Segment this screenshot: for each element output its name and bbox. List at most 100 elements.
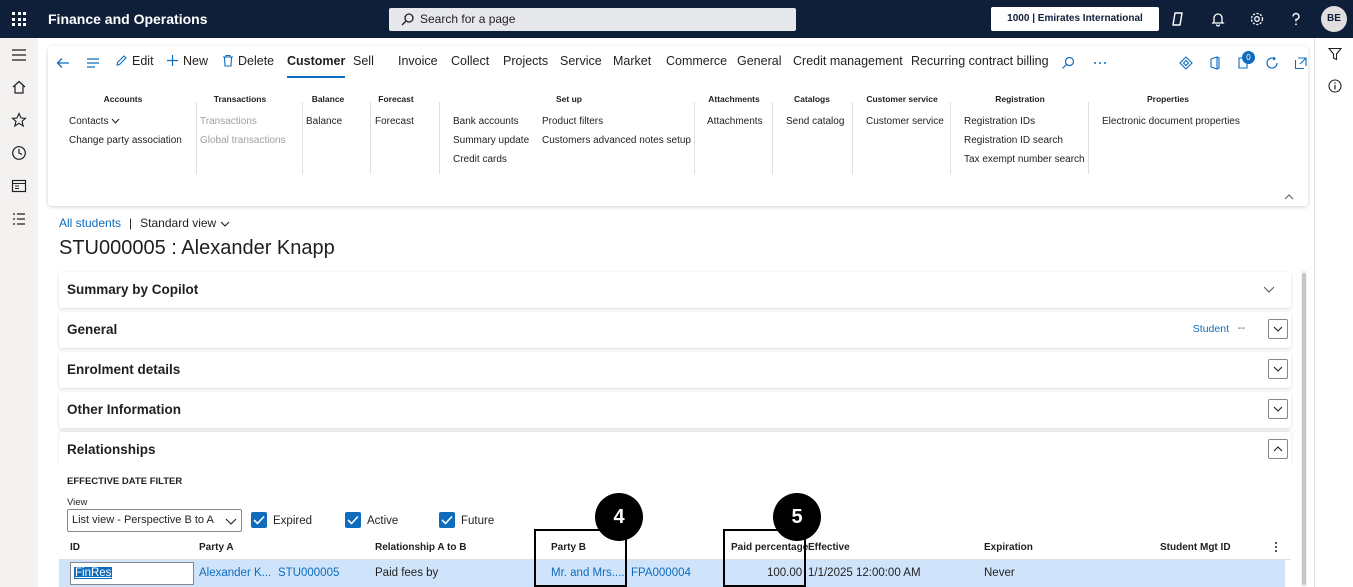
credit-cards-button[interactable]: Credit cards [453, 154, 507, 165]
tab-customer[interactable]: Customer [287, 54, 346, 78]
avatar[interactable]: BE [1321, 6, 1347, 32]
edit-button[interactable]: Edit [115, 54, 154, 68]
tab-recurring-contract-billing[interactable]: Recurring contract billing [911, 54, 1049, 68]
checkmark-icon [345, 512, 361, 528]
bell-icon[interactable] [1210, 11, 1226, 27]
future-checkbox[interactable]: Future [439, 512, 494, 528]
customer-service-button[interactable]: Customer service [866, 116, 944, 127]
refresh-icon[interactable] [1265, 56, 1279, 70]
vertical-scrollbar[interactable] [1301, 271, 1307, 587]
column-header-expiration[interactable]: Expiration [984, 542, 1033, 553]
action-bar: Edit New Delete Customer Sell Invoice Co… [48, 51, 1308, 78]
page-title: STU000005 : Alexander Knapp [59, 237, 335, 259]
back-arrow-icon[interactable] [56, 56, 70, 70]
home-icon[interactable] [11, 79, 27, 95]
expand-general-button[interactable] [1268, 319, 1288, 339]
more-options-icon[interactable] [1093, 56, 1107, 70]
fasttab-summary-by-copilot[interactable]: Summary by Copilot [59, 272, 1291, 308]
hamburger-icon[interactable] [11, 47, 27, 63]
id-field[interactable]: FinRes [70, 562, 194, 585]
search-icon [401, 13, 414, 26]
contacts-menu[interactable]: Contacts [69, 116, 120, 127]
tab-collect[interactable]: Collect [451, 54, 489, 68]
tab-market[interactable]: Market [613, 54, 651, 68]
fasttab-title: Summary by Copilot [67, 282, 199, 297]
fasttab-relationships[interactable]: Relationships [59, 432, 1291, 466]
forecast-button[interactable]: Forecast [375, 116, 414, 127]
info-icon[interactable] [1328, 79, 1342, 93]
chevron-down-icon [1273, 366, 1283, 372]
balance-button[interactable]: Balance [306, 116, 342, 127]
electronic-document-properties-button[interactable]: Electronic document properties [1102, 116, 1240, 127]
transactions-button[interactable]: Transactions [200, 116, 257, 127]
tab-credit-management[interactable]: Credit management [793, 54, 903, 68]
party-b-id-link[interactable]: FPA000004 [631, 567, 691, 579]
more-vertical-icon[interactable] [1274, 541, 1278, 553]
view-select[interactable]: List view - Perspective B to A [67, 509, 242, 532]
grid-header: ID Party A Relationship A to B Party B P… [59, 534, 1291, 560]
tax-exempt-number-search-button[interactable]: Tax exempt number search [964, 154, 1085, 165]
search-input[interactable]: Search for a page [389, 8, 796, 31]
clock-icon[interactable] [11, 145, 27, 161]
relationships-section: EFFECTIVE DATE FILTER View List view - P… [59, 466, 1291, 587]
table-row[interactable]: FinRes Alexander K... STU000005 Paid fee… [59, 560, 1285, 587]
office-icon[interactable] [1208, 56, 1222, 70]
active-checkbox[interactable]: Active [345, 512, 398, 528]
app-title[interactable]: Finance and Operations [48, 11, 207, 27]
all-students-link[interactable]: All students [59, 216, 121, 230]
attachments-button[interactable]: Attachments [707, 116, 763, 127]
party-a-id-link[interactable]: STU000005 [278, 567, 339, 579]
view-selector[interactable]: Standard view [140, 216, 229, 230]
gear-icon[interactable] [1249, 11, 1265, 27]
chevron-down-icon[interactable] [1263, 283, 1275, 295]
company-picker[interactable]: 1000 | Emirates International College [991, 7, 1159, 48]
right-pane [1314, 38, 1353, 587]
registration-ids-button[interactable]: Registration IDs [964, 116, 1035, 127]
list-icon[interactable] [86, 56, 100, 70]
star-icon[interactable] [11, 112, 27, 128]
expand-enrolment-button[interactable] [1268, 359, 1288, 379]
global-transactions-button[interactable]: Global transactions [200, 135, 286, 146]
open-new-window-icon[interactable] [1294, 56, 1308, 70]
column-header-student-mgt-id[interactable]: Student Mgt ID [1160, 542, 1231, 553]
ribbon-divider [196, 102, 197, 174]
collapse-relationships-button[interactable] [1268, 439, 1288, 459]
fasttab-other-information[interactable]: Other Information [59, 392, 1291, 428]
search-icon[interactable] [1061, 56, 1075, 70]
tab-commerce[interactable]: Commerce [666, 54, 727, 68]
product-filters-button[interactable]: Product filters [542, 116, 603, 127]
fasttab-general[interactable]: General Student -- [59, 312, 1291, 348]
registration-id-search-button[interactable]: Registration ID search [964, 135, 1063, 146]
tab-invoice[interactable]: Invoice [398, 54, 438, 68]
customers-advanced-notes-setup-button[interactable]: Customers advanced notes setup [542, 135, 691, 146]
tab-projects[interactable]: Projects [503, 54, 548, 68]
new-button[interactable]: New [166, 54, 208, 68]
workspace-icon[interactable] [11, 178, 27, 194]
help-icon[interactable] [1288, 11, 1304, 27]
ribbon-group-header: Registration [995, 94, 1045, 104]
send-catalog-button[interactable]: Send catalog [786, 116, 844, 127]
modules-icon[interactable] [11, 211, 27, 227]
ribbon-divider [950, 102, 951, 174]
column-header-id[interactable]: ID [70, 542, 80, 553]
app-launcher-icon[interactable] [12, 12, 26, 26]
tab-sell[interactable]: Sell [353, 54, 374, 68]
expand-other-information-button[interactable] [1268, 399, 1288, 419]
scrollbar-thumb[interactable] [1302, 273, 1306, 585]
chevron-up-icon[interactable] [1284, 192, 1294, 202]
power-apps-icon[interactable] [1179, 56, 1193, 70]
fasttab-enrolment-details[interactable]: Enrolment details [59, 352, 1291, 388]
tab-service[interactable]: Service [560, 54, 602, 68]
expired-checkbox[interactable]: Expired [251, 512, 312, 528]
party-a-name-link[interactable]: Alexander K... [199, 567, 271, 579]
bank-accounts-button[interactable]: Bank accounts [453, 116, 519, 127]
copilot-icon[interactable] [1170, 11, 1186, 27]
column-header-effective[interactable]: Effective [808, 542, 850, 553]
tab-general[interactable]: General [737, 54, 781, 68]
delete-button[interactable]: Delete [222, 54, 274, 68]
change-party-association-button[interactable]: Change party association [69, 135, 182, 146]
filter-icon[interactable] [1328, 47, 1342, 61]
summary-update-button[interactable]: Summary update [453, 135, 529, 146]
column-header-relationship[interactable]: Relationship A to B [375, 542, 466, 553]
column-header-party-a[interactable]: Party A [199, 542, 234, 553]
